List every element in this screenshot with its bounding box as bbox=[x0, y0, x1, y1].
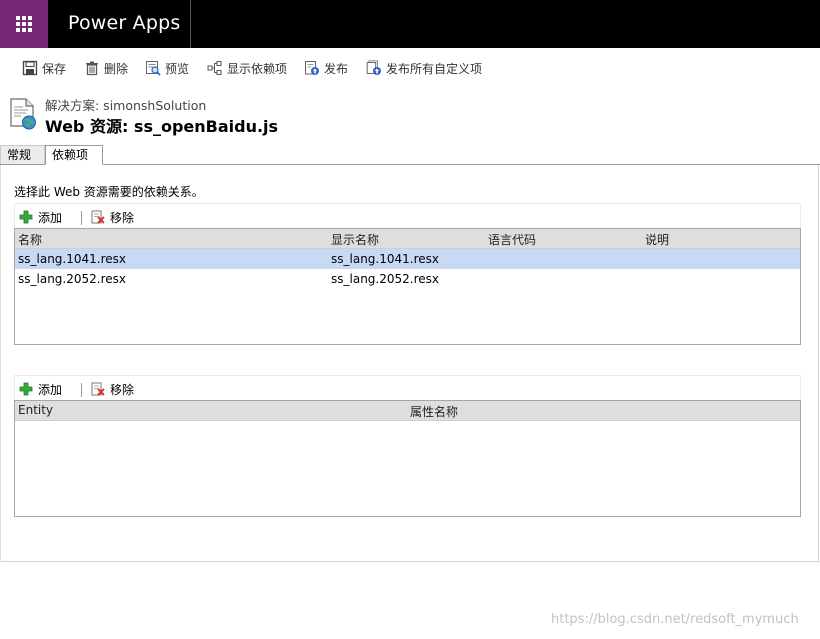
save-label: 保存 bbox=[42, 61, 67, 76]
column-header-display-name[interactable]: 显示名称 bbox=[331, 231, 379, 248]
remove-attribute-button[interactable]: 移除 bbox=[91, 381, 134, 397]
remove-icon bbox=[91, 382, 105, 396]
header-divider bbox=[190, 0, 191, 48]
instruction-text: 选择此 Web 资源需要的依赖关系。 bbox=[14, 185, 204, 199]
tab-dependencies[interactable]: 依赖项 bbox=[45, 145, 103, 165]
solution-name: 解决方案: simonshSolution bbox=[45, 98, 207, 113]
remove-label: 移除 bbox=[110, 382, 135, 397]
app-launcher-button[interactable] bbox=[0, 0, 48, 48]
save-button[interactable]: 保存 bbox=[22, 59, 66, 77]
save-icon bbox=[22, 60, 38, 76]
show-dependencies-button[interactable]: 显示依赖项 bbox=[207, 59, 287, 77]
remove-label: 移除 bbox=[110, 210, 135, 225]
tab-general[interactable]: 常规 bbox=[0, 145, 45, 164]
column-header-attribute-name[interactable]: 属性名称 bbox=[410, 403, 458, 420]
table-row[interactable]: ss_lang.1041.resx ss_lang.1041.resx bbox=[15, 249, 800, 269]
cell-name: ss_lang.2052.resx bbox=[18, 272, 126, 286]
page-title: Web 资源: ss_openBaidu.js bbox=[45, 117, 279, 136]
preview-icon bbox=[146, 61, 161, 76]
publish-icon bbox=[305, 61, 319, 75]
column-header-entity[interactable]: Entity bbox=[18, 403, 53, 417]
dependencies-icon bbox=[207, 61, 222, 75]
publish-all-button[interactable]: 发布所有自定义项 bbox=[366, 59, 482, 77]
table-row[interactable]: ss_lang.2052.resx ss_lang.2052.resx bbox=[15, 269, 800, 289]
trash-icon bbox=[86, 61, 98, 76]
delete-label: 删除 bbox=[104, 61, 129, 76]
preview-button[interactable]: 预览 bbox=[145, 59, 189, 77]
add-dependency-button[interactable]: 添加 bbox=[19, 209, 62, 225]
command-bar: 保存 删除 预览 显示依赖项 发布 发布所有自定义项 bbox=[0, 48, 820, 86]
publish-label: 发布 bbox=[324, 61, 349, 76]
cell-name: ss_lang.1041.resx bbox=[18, 252, 126, 266]
grid-header: Entity 属性名称 bbox=[15, 401, 800, 421]
add-label: 添加 bbox=[38, 382, 63, 397]
add-label: 添加 bbox=[38, 210, 63, 225]
publish-all-icon bbox=[366, 60, 381, 75]
toolbar-separator bbox=[81, 383, 82, 397]
web-resource-icon bbox=[10, 98, 36, 130]
publish-all-label: 发布所有自定义项 bbox=[386, 61, 483, 76]
grid-header: 名称 显示名称 语言代码 说明 bbox=[15, 229, 800, 249]
plus-icon bbox=[19, 210, 33, 224]
dependencies-grid-toolbar: 添加 移除 bbox=[14, 203, 801, 229]
waffle-icon bbox=[16, 16, 32, 32]
cell-display-name: ss_lang.1041.resx bbox=[331, 252, 439, 266]
column-header-name[interactable]: 名称 bbox=[18, 231, 42, 248]
show-dependencies-label: 显示依赖项 bbox=[227, 61, 288, 76]
watermark: https://blog.csdn.net/redsoft_mymuch bbox=[551, 612, 799, 627]
tab-bar: 常规 依赖项 bbox=[0, 145, 820, 165]
toolbar-separator bbox=[81, 211, 82, 225]
delete-button[interactable]: 删除 bbox=[84, 59, 128, 77]
attributes-grid-toolbar: 添加 移除 bbox=[14, 375, 801, 401]
plus-icon bbox=[19, 382, 33, 396]
remove-icon bbox=[91, 210, 105, 224]
preview-label: 预览 bbox=[165, 61, 190, 76]
column-header-description[interactable]: 说明 bbox=[645, 231, 669, 248]
app-title[interactable]: Power Apps bbox=[68, 12, 181, 34]
publish-button[interactable]: 发布 bbox=[304, 59, 348, 77]
column-header-language-code[interactable]: 语言代码 bbox=[488, 231, 536, 248]
attributes-grid: Entity 属性名称 bbox=[14, 400, 801, 517]
app-header: Power Apps bbox=[0, 0, 820, 48]
dependencies-grid: 名称 显示名称 语言代码 说明 ss_lang.1041.resx ss_lan… bbox=[14, 228, 801, 345]
cell-display-name: ss_lang.2052.resx bbox=[331, 272, 439, 286]
add-attribute-button[interactable]: 添加 bbox=[19, 381, 62, 397]
remove-dependency-button[interactable]: 移除 bbox=[91, 209, 134, 225]
